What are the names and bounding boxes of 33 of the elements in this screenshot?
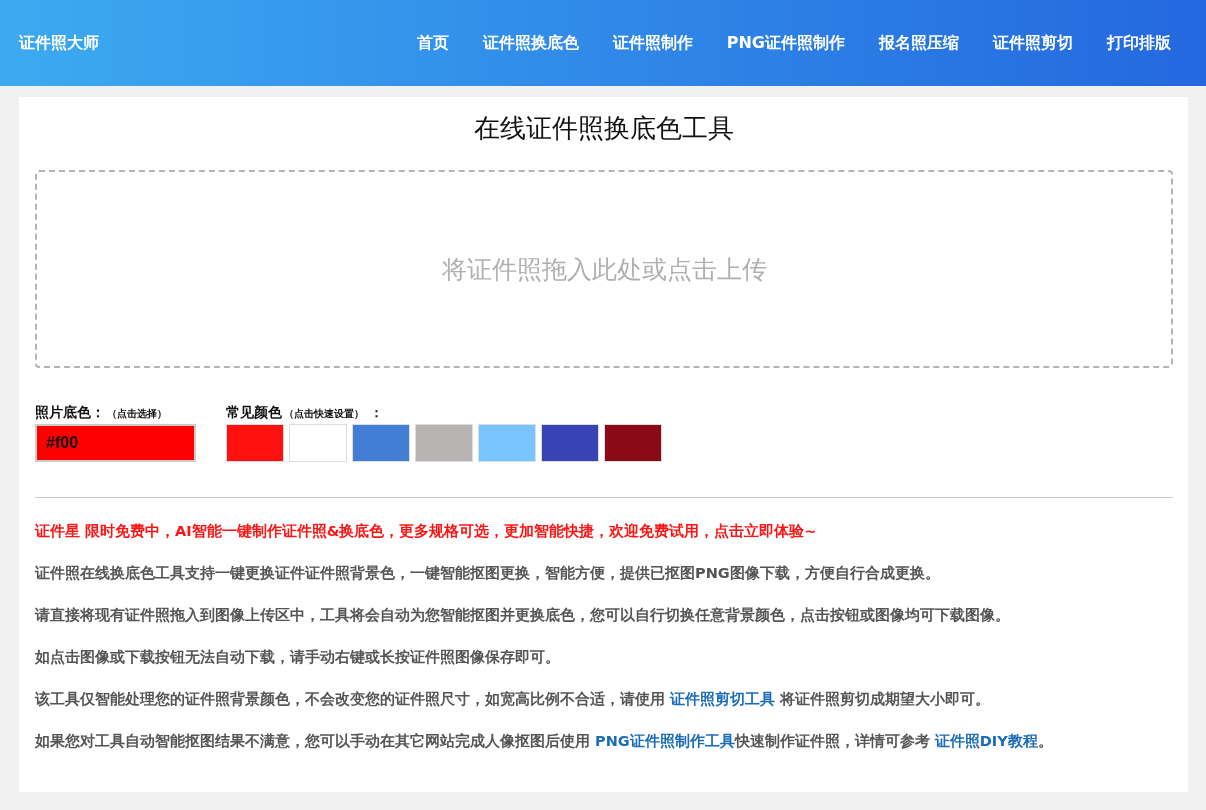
color-swatch[interactable] xyxy=(541,424,599,462)
nav-link[interactable]: 证件照剪切 xyxy=(976,32,1090,54)
upload-dropzone[interactable]: 将证件照拖入此处或点击上传 xyxy=(35,170,1173,368)
nav-link[interactable]: 证件照换底色 xyxy=(465,32,596,54)
label-colon: ： xyxy=(370,404,383,422)
color-swatch[interactable] xyxy=(226,424,284,462)
swatches-hint: （点击快速设置） xyxy=(284,407,364,421)
info-paragraph: 如果您对工具自动智能抠图结果不满意，您可以手动在其它网站完成人像抠图后使用 PNG证件照制作工具快速制作证件照，详情可参考 证件照DIY教程。 xyxy=(35,732,1054,751)
site-logo[interactable]: 证件照大师 xyxy=(19,32,99,54)
color-swatch[interactable] xyxy=(604,424,662,462)
text-link[interactable]: 证件照剪切工具 xyxy=(670,691,776,707)
color-swatch[interactable] xyxy=(289,424,347,462)
nav-link[interactable]: 证件照制作 xyxy=(595,32,710,54)
color-swatch[interactable] xyxy=(478,424,536,462)
nav-link[interactable]: 报名照压缩 xyxy=(862,32,976,54)
info-paragraph: 证件照在线换底色工具支持一键更换证件证件照背景色，一键智能抠图更换，智能方便，提供已抠图PNG图像下载，方便自行合成更换。 xyxy=(35,564,941,583)
page-title: 在线证件照换底色工具 xyxy=(473,112,735,145)
promo-text[interactable]: 证件星 限时免费中，AI智能一键制作证件照&换底色，更多规格可选，更加智能快捷，欢迎免费试用，点击立即体验~ xyxy=(35,522,1173,541)
text-link[interactable]: 证件照DIY教程 xyxy=(934,733,1038,749)
info-paragraph: 该工具仅智能处理您的证件照背景颜色，不会改变您的证件照尺寸，如宽高比例不合适，请使用 证件照剪切工具 将证件照剪切成期望大小即可。 xyxy=(35,690,992,709)
info-paragraph: 请直接将现有证件照拖入到图像上传区中，工具将会自动为您智能抠图并更换底色，您可以自行切换任意背景颜色，点击按钮或图像均可下载图像。 xyxy=(35,606,1011,625)
color-swatch[interactable] xyxy=(352,424,410,462)
text-link[interactable]: PNG证件照制作工具 xyxy=(595,733,735,749)
info-paragraph: 如点击图像或下载按钮无法自动下载，请手动右键或长按证件照图像保存即可。 xyxy=(35,648,561,667)
nav-link[interactable]: PNG证件照制作 xyxy=(709,32,862,54)
field-label: 照片底色： xyxy=(35,404,105,422)
swatches-label: 常见颜色 xyxy=(226,404,282,422)
nav-link[interactable]: 首页 xyxy=(399,32,466,54)
upload-prompt: 将证件照拖入此处或点击上传 xyxy=(441,253,767,286)
field-hint: （点击选择） xyxy=(107,407,167,421)
nav-link[interactable]: 打印排版 xyxy=(1090,32,1188,54)
color-input-field[interactable]: #f00 xyxy=(35,424,196,462)
color-swatch[interactable] xyxy=(415,424,473,462)
